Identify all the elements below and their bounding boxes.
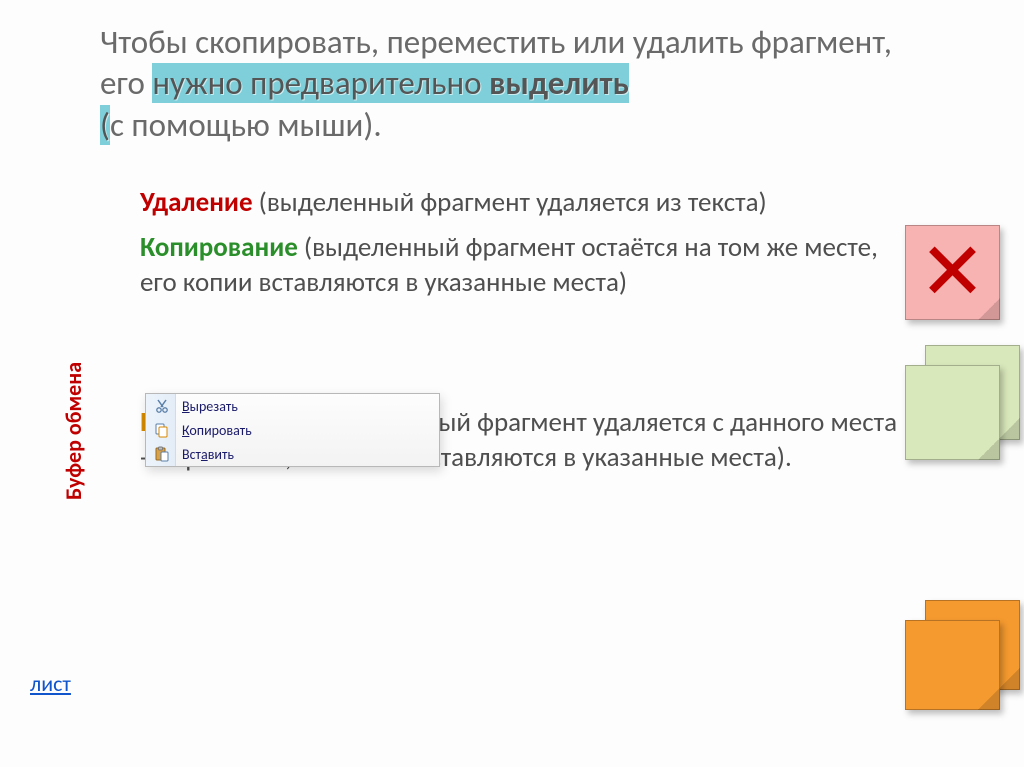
menu-label-copy: Копировать: [182, 422, 252, 439]
title-suffix: с помощью мыши).: [110, 105, 382, 145]
menu-item-copy[interactable]: Копировать: [146, 418, 439, 442]
copy-term: Копирование: [140, 231, 298, 264]
menu-item-paste[interactable]: Вставить: [146, 442, 439, 466]
menu-label-cut: Вырезать: [182, 398, 238, 415]
title-highlight: нужно предварительно выделить: [152, 63, 628, 103]
delete-card: ✕: [905, 225, 1000, 320]
title-paren-open: (: [100, 105, 110, 145]
copy-paragraph: Копирование (выделенный фрагмент остаётс…: [140, 230, 910, 300]
menu-label-paste: Вставить: [182, 446, 234, 463]
move-card-front: [905, 620, 1000, 710]
cut-icon: [152, 397, 172, 415]
clipboard-label: Буфер обмена: [60, 362, 87, 500]
delete-term: Удаление: [140, 186, 253, 219]
delete-paragraph: Удаление (выделенный фрагмент удаляется …: [140, 185, 910, 220]
paste-icon: [152, 445, 172, 463]
context-menu: Вырезать Копировать Вставить: [145, 393, 440, 467]
menu-item-cut[interactable]: Вырезать: [146, 394, 439, 418]
slide-title: Чтобы скопировать, переместить или удали…: [100, 22, 920, 146]
copy-icon: [152, 421, 172, 439]
copy-card-front: [905, 365, 1000, 460]
delete-text: (выделенный фрагмент удаляется из текста…: [253, 186, 767, 219]
sheet-link[interactable]: лист: [30, 670, 71, 697]
